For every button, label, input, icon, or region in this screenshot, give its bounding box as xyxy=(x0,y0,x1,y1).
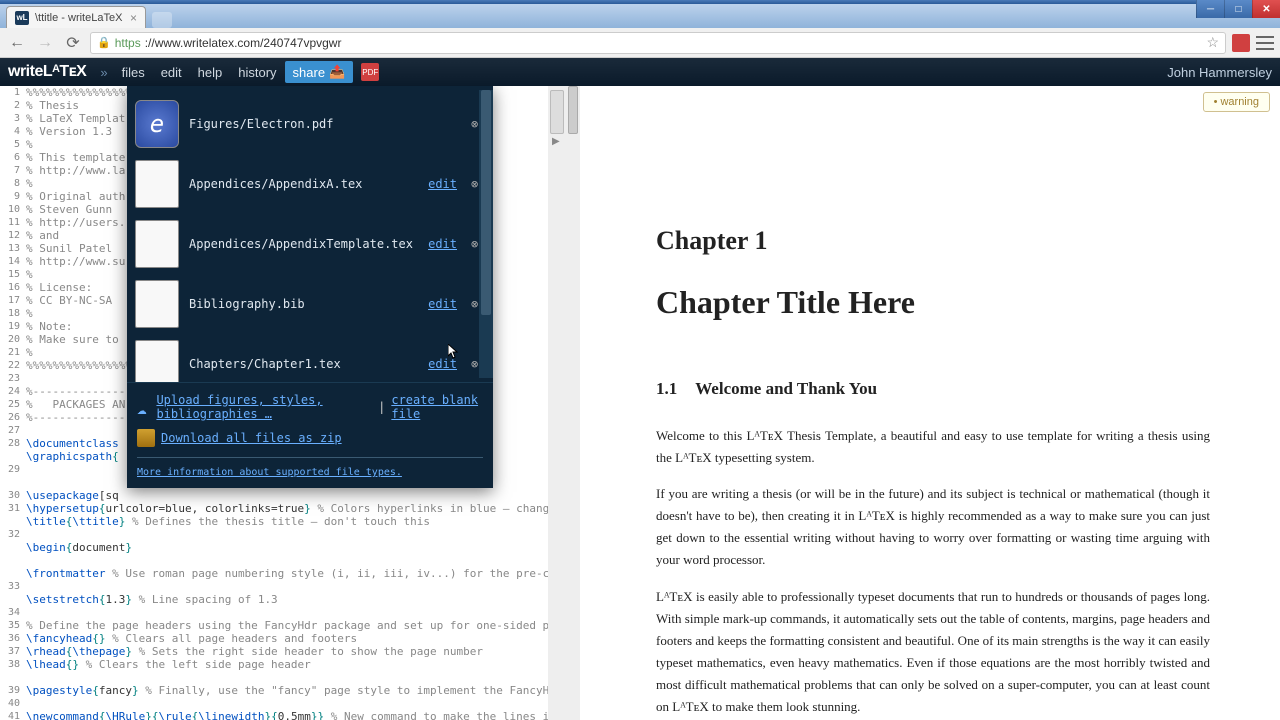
file-edit-link[interactable]: edit xyxy=(428,237,457,251)
document-icon xyxy=(135,340,179,382)
divider-handle[interactable] xyxy=(550,90,564,134)
browser-tab[interactable]: wL \ttitle - writeLaTeX × xyxy=(6,6,146,28)
document-icon xyxy=(135,280,179,328)
user-name[interactable]: John Hammersley xyxy=(1167,65,1272,80)
download-zip-link[interactable]: Download all files as zip xyxy=(161,431,342,445)
window-maximize[interactable]: □ xyxy=(1224,0,1252,18)
line-gutter: 1234567891011121314151617181920212223242… xyxy=(0,86,24,720)
share-button[interactable]: share📤 xyxy=(285,61,354,83)
lock-icon: 🔒 xyxy=(97,36,111,49)
bookmark-icon[interactable]: ☆ xyxy=(1206,34,1219,51)
app-toolbar: writeLᴬTᴇX » files edit help history sha… xyxy=(0,58,1280,86)
file-name: Figures/Electron.pdf xyxy=(189,117,461,131)
menu-help[interactable]: help xyxy=(190,61,231,84)
create-blank-link[interactable]: create blank file xyxy=(391,393,483,421)
warning-button[interactable]: • warning xyxy=(1203,92,1270,112)
favicon-icon: wL xyxy=(15,11,29,25)
file-item[interactable]: Appendices/AppendixTemplate.texedit⊗ xyxy=(135,214,485,274)
pdf-icon[interactable]: PDF xyxy=(361,63,379,81)
panel-scrollbar[interactable] xyxy=(479,90,493,378)
supported-types-link[interactable]: More information about supported file ty… xyxy=(137,467,402,478)
window-close[interactable]: ✕ xyxy=(1252,0,1280,18)
window-controls: ─ □ ✕ xyxy=(1196,0,1280,18)
file-edit-link[interactable]: edit xyxy=(428,357,457,371)
editor-pane[interactable]: 1234567891011121314151617181920212223242… xyxy=(0,86,548,720)
file-panel: eFigures/Electron.pdf⊗Appendices/Appendi… xyxy=(127,86,493,488)
tab-title: \ttitle - writeLaTeX xyxy=(35,12,122,24)
document-icon xyxy=(135,160,179,208)
url-scheme: https xyxy=(115,36,141,50)
url-path: ://www.writelatex.com/240747vpvgwr xyxy=(145,36,342,50)
preview-scrollbar[interactable] xyxy=(566,86,580,720)
window-minimize[interactable]: ─ xyxy=(1196,0,1224,18)
back-button[interactable]: ← xyxy=(6,32,28,54)
chrome-menu-icon[interactable] xyxy=(1256,36,1274,50)
divider-arrow-icon: ▶ xyxy=(552,136,560,147)
file-edit-link[interactable]: edit xyxy=(428,177,457,191)
preview-pane: • warning Chapter 1 Chapter Title Here 1… xyxy=(566,86,1280,720)
zip-icon xyxy=(137,429,155,447)
file-item[interactable]: Bibliography.bibedit⊗ xyxy=(135,274,485,334)
app-logo: writeLᴬTᴇX xyxy=(8,63,86,81)
reload-button[interactable]: ⟳ xyxy=(62,32,84,54)
chevron-icon: » xyxy=(100,65,107,80)
url-input[interactable]: 🔒 https ://www.writelatex.com/240747vpvgw… xyxy=(90,32,1226,54)
file-edit-link[interactable]: edit xyxy=(428,297,457,311)
tab-close-icon[interactable]: × xyxy=(130,11,137,25)
menu-edit[interactable]: edit xyxy=(153,61,190,84)
address-bar: ← → ⟳ 🔒 https ://www.writelatex.com/24074… xyxy=(0,28,1280,58)
paragraph: If you are writing a thesis (or will be … xyxy=(656,483,1210,571)
panel-actions: ☁ Upload figures, styles, bibliographies… xyxy=(127,382,493,488)
file-item[interactable]: Chapters/Chapter1.texedit⊗ xyxy=(135,334,485,382)
paragraph: LᴬTᴇX is easily able to professionally t… xyxy=(656,586,1210,719)
extension-icon[interactable] xyxy=(1232,34,1250,52)
panel-scroll-thumb[interactable] xyxy=(481,90,491,315)
document-icon xyxy=(135,220,179,268)
share-icon: 📤 xyxy=(329,64,345,80)
file-name: Appendices/AppendixA.tex xyxy=(189,177,418,191)
tab-strip: wL \ttitle - writeLaTeX × xyxy=(0,4,1280,28)
file-list: eFigures/Electron.pdf⊗Appendices/Appendi… xyxy=(127,86,493,382)
chapter-heading: Chapter 1 xyxy=(656,226,1210,256)
electron-icon: e xyxy=(135,100,179,148)
preview-scroll-thumb[interactable] xyxy=(568,86,578,134)
file-item[interactable]: Appendices/AppendixA.texedit⊗ xyxy=(135,154,485,214)
pane-divider[interactable]: ▶ xyxy=(548,86,566,720)
menu-files[interactable]: files xyxy=(114,61,153,84)
new-tab-button[interactable] xyxy=(152,12,172,28)
file-name: Appendices/AppendixTemplate.tex xyxy=(189,237,418,251)
preview-content: Chapter 1 Chapter Title Here 1.1Welcome … xyxy=(566,86,1280,718)
paragraph: Welcome to this LᴬTᴇX Thesis Template, a… xyxy=(656,425,1210,469)
chapter-title: Chapter Title Here xyxy=(656,284,1210,321)
menu-history[interactable]: history xyxy=(230,61,284,84)
file-name: Chapters/Chapter1.tex xyxy=(189,357,418,371)
file-item[interactable]: eFigures/Electron.pdf⊗ xyxy=(135,94,485,154)
upload-icon: ☁ xyxy=(137,399,150,415)
file-name: Bibliography.bib xyxy=(189,297,418,311)
upload-link[interactable]: Upload figures, styles, bibliographies … xyxy=(156,393,372,421)
forward-button[interactable]: → xyxy=(34,32,56,54)
section-heading: 1.1Welcome and Thank You xyxy=(656,379,1210,399)
